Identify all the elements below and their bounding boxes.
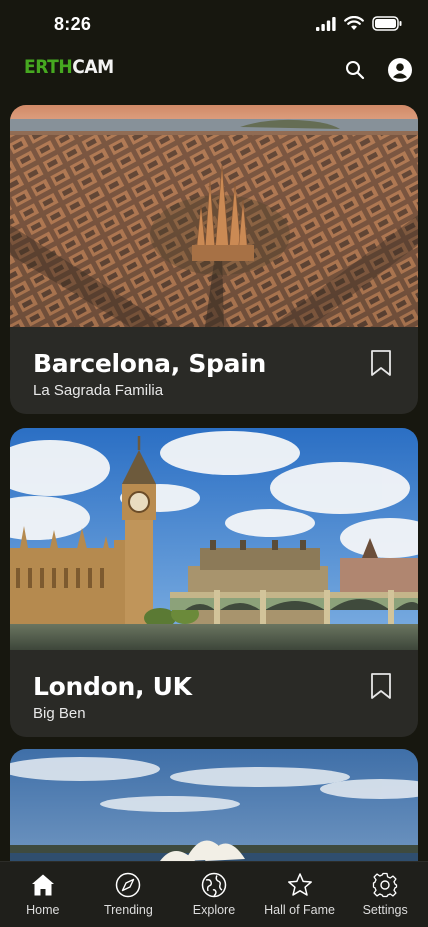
battery-icon <box>372 16 402 31</box>
location-card[interactable] <box>10 749 418 861</box>
search-button[interactable] <box>341 56 369 84</box>
search-icon <box>346 61 365 80</box>
logo-text-cam: CAM <box>72 56 114 78</box>
sydney-opera-house-image[interactable] <box>10 749 418 861</box>
bottom-tab-bar: Home Trending Explore Hall of Fame Setti… <box>0 861 428 927</box>
logo-text-erth: ERTH <box>24 56 73 78</box>
card-title: Barcelona, Spain <box>33 349 266 378</box>
tab-label: Hall of Fame <box>264 903 335 917</box>
tab-label: Trending <box>103 903 153 917</box>
erthcam-logo[interactable]: ERTH CAM <box>24 56 114 78</box>
cellular-signal-icon <box>316 16 336 31</box>
tab-explore[interactable]: Explore <box>171 862 257 927</box>
account-icon <box>388 58 412 82</box>
location-feed[interactable]: Barcelona, Spain La Sagrada Familia Lond… <box>10 105 418 861</box>
barcelona-aerial-image[interactable] <box>10 105 418 327</box>
card-info: London, UK Big Ben <box>10 650 418 737</box>
status-time: 8:26 <box>54 14 92 34</box>
card-subtitle: Big Ben <box>33 705 86 722</box>
wifi-icon <box>344 16 364 30</box>
compass-icon <box>116 872 141 898</box>
home-icon <box>31 874 54 896</box>
card-subtitle: La Sagrada Familia <box>33 382 164 399</box>
bookmark-icon[interactable] <box>370 672 392 700</box>
globe-icon <box>201 872 227 898</box>
status-icons <box>316 16 402 31</box>
bookmark-icon[interactable] <box>370 349 392 377</box>
tab-settings[interactable]: Settings <box>342 862 428 927</box>
tab-hall-of-fame[interactable]: Hall of Fame <box>257 862 343 927</box>
account-button[interactable] <box>386 56 414 84</box>
location-card[interactable]: Barcelona, Spain La Sagrada Familia <box>10 105 418 414</box>
london-big-ben-image[interactable] <box>10 428 418 650</box>
tab-label: Settings <box>362 903 408 917</box>
tab-label: Explore <box>192 903 236 917</box>
tab-trending[interactable]: Trending <box>86 862 172 927</box>
tab-home[interactable]: Home <box>0 862 86 927</box>
card-info: Barcelona, Spain La Sagrada Familia <box>10 327 418 414</box>
app-header: ERTH CAM <box>0 50 428 96</box>
gear-icon <box>373 872 398 898</box>
status-bar: 8:26 <box>0 0 428 50</box>
tab-label: Home <box>26 903 60 917</box>
card-title: London, UK <box>33 672 192 701</box>
location-card[interactable]: London, UK Big Ben <box>10 428 418 737</box>
star-icon <box>287 873 312 896</box>
